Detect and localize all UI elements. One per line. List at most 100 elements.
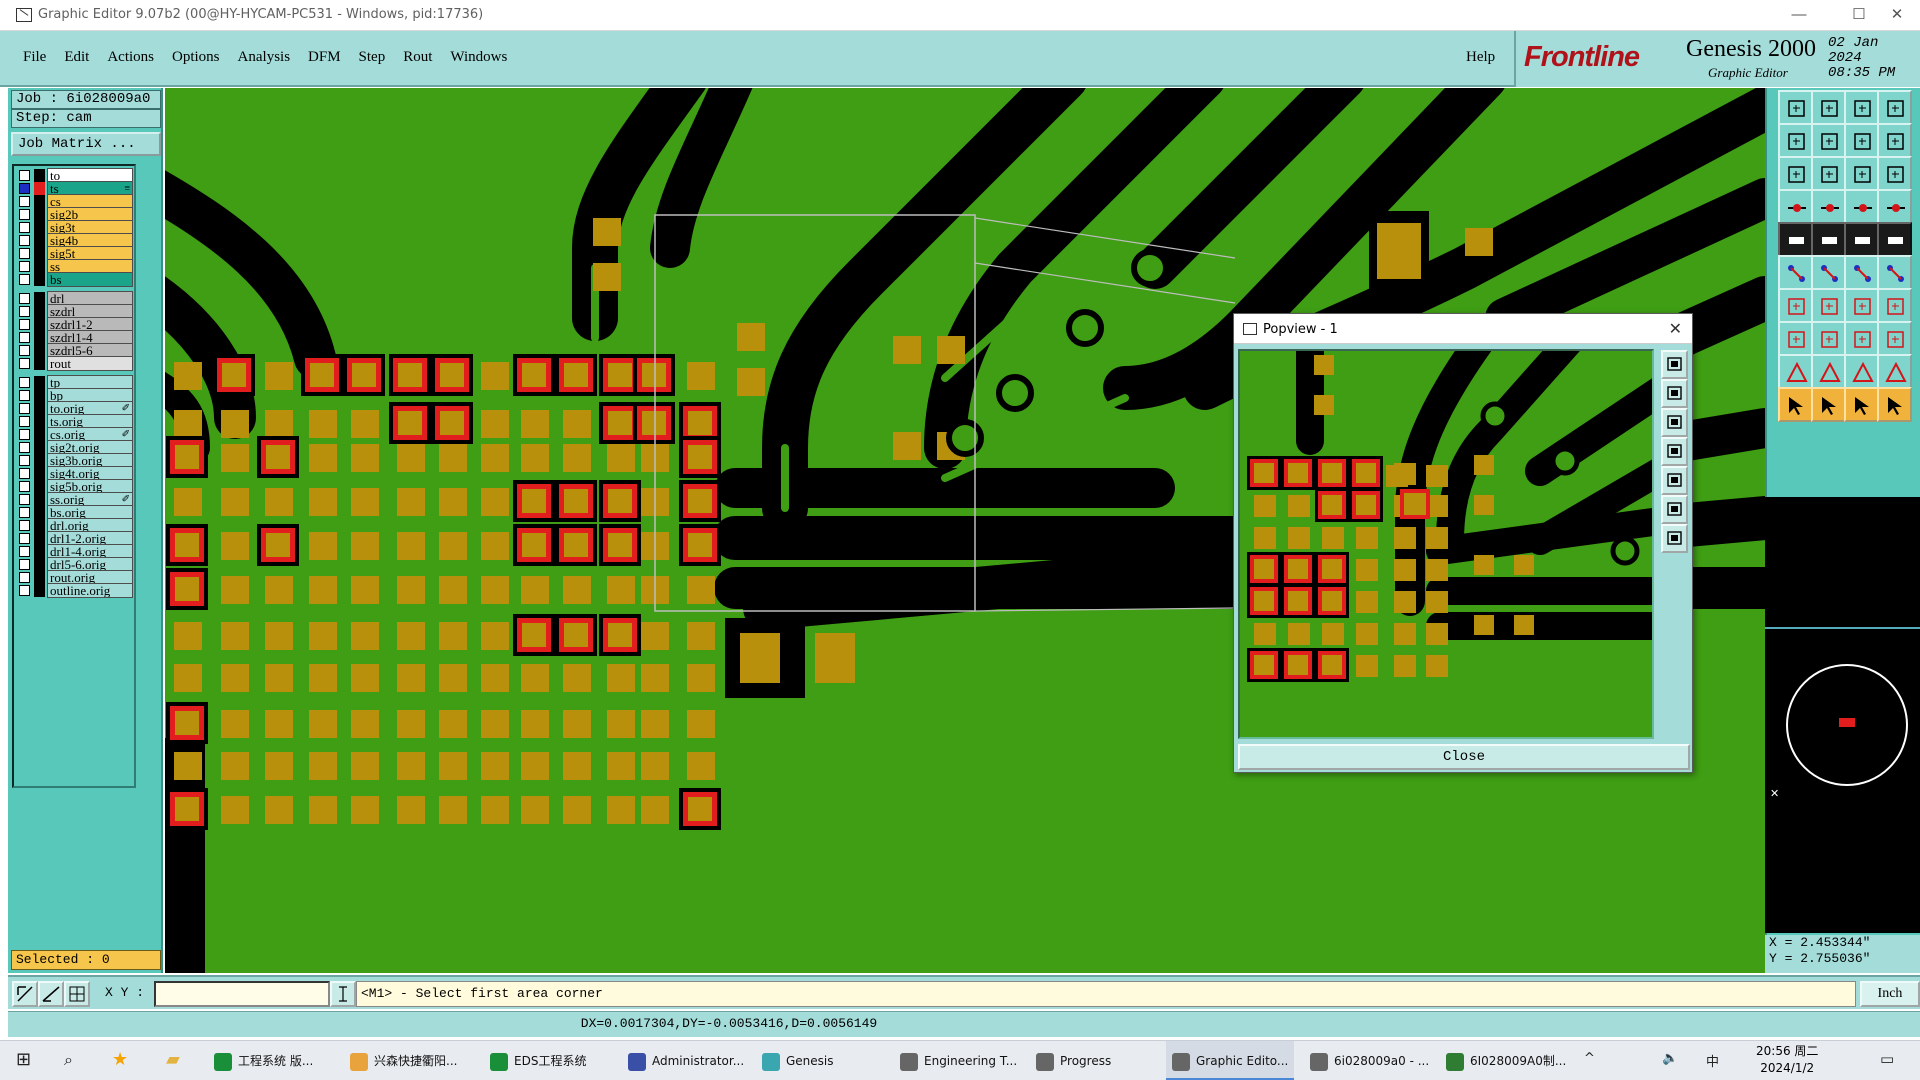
layer-row-bs[interactable]: bs	[16, 272, 133, 287]
layer-checkbox[interactable]	[19, 274, 30, 285]
layer-checkbox[interactable]	[19, 235, 30, 246]
menu-options[interactable]: Options	[163, 49, 229, 66]
start-icon[interactable]: ⊞	[16, 1049, 31, 1070]
taskbar-item[interactable]: Graphic Edito...	[1166, 1041, 1294, 1080]
layer-checkbox[interactable]	[19, 248, 30, 259]
group-icon[interactable]	[1877, 321, 1912, 356]
layer-checkbox[interactable]	[19, 481, 30, 492]
popview-pan-left-icon[interactable]	[1661, 437, 1688, 466]
fit-view-icon[interactable]	[1877, 123, 1912, 158]
layer-checkbox[interactable]	[19, 494, 30, 505]
ime-indicator[interactable]: 中	[1706, 1051, 1719, 1070]
arc-icon[interactable]	[1844, 288, 1879, 323]
taskbar-item[interactable]: 兴森快捷衢阳...	[344, 1041, 472, 1080]
close-window-button[interactable]: ✕	[1874, 0, 1920, 31]
snap-icon[interactable]	[1778, 222, 1813, 257]
layer-checkbox[interactable]	[19, 293, 30, 304]
pointer-select-icon[interactable]	[1811, 387, 1846, 422]
taskbar-item[interactable]: EDS工程系统	[484, 1041, 612, 1080]
split-icon[interactable]	[1877, 255, 1912, 290]
show-feature-icon[interactable]	[1778, 189, 1813, 224]
system-clock[interactable]: 20:56 周二 2024/1/2	[1756, 1043, 1818, 1077]
menu-actions[interactable]: Actions	[98, 49, 163, 66]
menu-windows[interactable]: Windows	[441, 49, 516, 66]
layer-checkbox[interactable]	[19, 196, 30, 207]
layer-name[interactable]: outline.orig	[47, 583, 133, 598]
help-icon[interactable]	[1877, 156, 1912, 191]
menu-rout[interactable]: Rout	[394, 49, 441, 66]
snap-grid-icon[interactable]	[64, 981, 90, 1007]
layer-checkbox[interactable]	[19, 306, 30, 317]
job-matrix-button[interactable]: Job Matrix ...	[11, 132, 161, 156]
popview-center-icon[interactable]	[1661, 524, 1688, 553]
menu-step[interactable]: Step	[350, 49, 395, 66]
file-explorer-icon[interactable]: ▰	[166, 1049, 180, 1070]
flip-icon[interactable]	[1877, 288, 1912, 323]
popview-close-button[interactable]: Close	[1238, 744, 1690, 770]
taskbar-item[interactable]: 6I028009A0制...	[1440, 1041, 1582, 1080]
layer-checkbox[interactable]	[19, 319, 30, 330]
taskbar-item[interactable]: Administrator...	[622, 1041, 748, 1080]
overview-close-icon[interactable]: ✕	[1770, 787, 1779, 800]
pan-icon[interactable]	[1778, 156, 1813, 191]
layer-checkbox[interactable]	[19, 170, 30, 181]
layer-checkbox[interactable]	[19, 403, 30, 414]
layer-color-swatch[interactable]	[34, 273, 45, 286]
measure-icon[interactable]	[1811, 222, 1846, 257]
popview-zoom-fit-icon[interactable]	[1661, 350, 1688, 379]
copy-icon[interactable]	[1778, 321, 1813, 356]
zoom-back-icon[interactable]	[1778, 123, 1813, 158]
layer-checkbox[interactable]	[19, 533, 30, 544]
line-icon[interactable]	[1844, 255, 1879, 290]
layer-checkbox[interactable]	[19, 520, 30, 531]
ratio-icon[interactable]	[1844, 156, 1879, 191]
layer-name[interactable]: rout	[47, 356, 133, 371]
layer-checkbox[interactable]	[19, 416, 30, 427]
clearance-icon[interactable]	[1877, 189, 1912, 224]
bar-icon[interactable]	[1811, 321, 1846, 356]
taskbar-item[interactable]: Engineering T...	[894, 1041, 1020, 1080]
overview-map[interactable]: ✕	[1765, 629, 1920, 935]
zoom-forward-icon[interactable]	[1811, 123, 1846, 158]
popview-pan-right-icon[interactable]	[1661, 466, 1688, 495]
layer-checkbox[interactable]	[19, 455, 30, 466]
center-icon[interactable]	[1811, 156, 1846, 191]
pinned-star-icon[interactable]: ★	[112, 1049, 128, 1070]
layer-checkbox[interactable]	[19, 358, 30, 369]
pattern-icon[interactable]	[1844, 321, 1879, 356]
surface-icon[interactable]	[1844, 354, 1879, 389]
layer-checkbox[interactable]	[19, 332, 30, 343]
layer-color-swatch[interactable]	[34, 584, 45, 597]
select-tool-icon[interactable]	[12, 981, 38, 1007]
layer-checkbox[interactable]	[19, 209, 30, 220]
connect-icon[interactable]	[1778, 255, 1813, 290]
cross-icon[interactable]	[1811, 255, 1846, 290]
layer-checkbox[interactable]	[19, 183, 30, 194]
layer-checkbox[interactable]	[19, 442, 30, 453]
layer-checkbox[interactable]	[19, 345, 30, 356]
open-job-icon[interactable]	[1778, 90, 1813, 125]
layer-checkbox[interactable]	[19, 572, 30, 583]
measure-tool-icon[interactable]	[38, 981, 64, 1007]
popview-zoom-in-icon[interactable]	[1661, 379, 1688, 408]
layer-checkbox[interactable]	[19, 261, 30, 272]
layout-icon[interactable]	[1877, 90, 1912, 125]
home-view-icon[interactable]	[1844, 90, 1879, 125]
popview-expand-icon[interactable]	[1661, 495, 1688, 524]
tray-chevron-icon[interactable]: ^	[1584, 1051, 1595, 1066]
popview-zoom-out-icon[interactable]	[1661, 408, 1688, 437]
pointer-edit-icon[interactable]	[1844, 387, 1879, 422]
layer-checkbox[interactable]	[19, 507, 30, 518]
polygon-icon[interactable]	[1811, 354, 1846, 389]
save-job-icon[interactable]	[1811, 90, 1846, 125]
outline-icon[interactable]	[1877, 354, 1912, 389]
xy-input[interactable]	[154, 981, 330, 1007]
minimize-button[interactable]: —	[1776, 0, 1822, 31]
route-icon[interactable]	[1811, 189, 1846, 224]
layer-row-outline-orig[interactable]: outline.orig	[16, 583, 133, 598]
net-icon[interactable]	[1844, 189, 1879, 224]
taskbar-item[interactable]: 工程系统 版...	[208, 1041, 332, 1080]
menu-analysis[interactable]: Analysis	[229, 49, 300, 66]
triangle-icon[interactable]	[1778, 354, 1813, 389]
undo-view-icon[interactable]	[1844, 123, 1879, 158]
